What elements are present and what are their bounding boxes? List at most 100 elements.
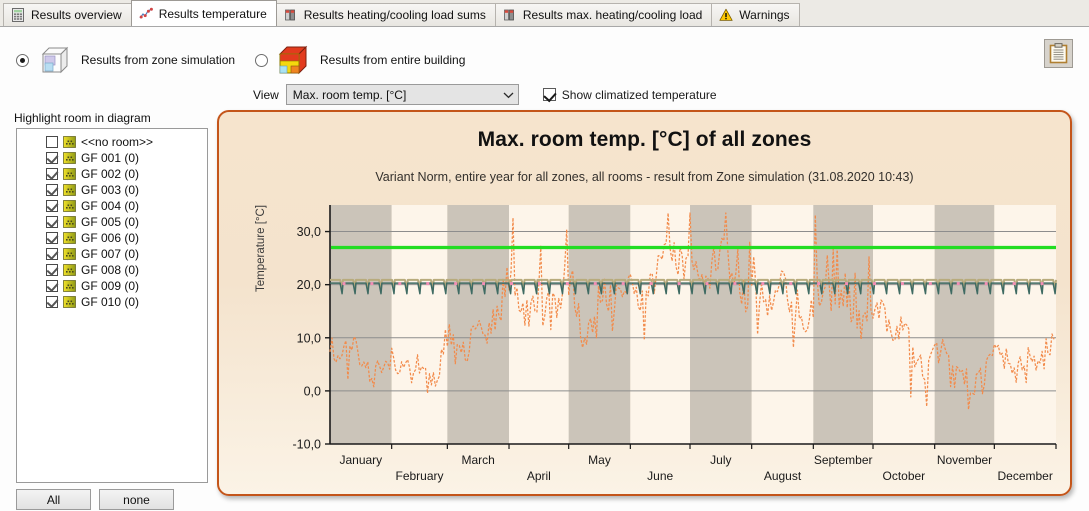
room-list-item[interactable]: GF 006 (0) xyxy=(17,230,207,246)
room-list[interactable]: <<no room>> GF 001 (0) GF 002 (0) GF 003 (0… xyxy=(16,128,208,483)
y-tick-label: 30,0 xyxy=(297,225,321,239)
room-swatch-icon xyxy=(63,248,76,260)
room-checkbox[interactable] xyxy=(46,280,58,292)
tab-results-temperature[interactable]: Results temperature xyxy=(130,0,277,26)
x-tick-label: February xyxy=(395,469,443,483)
y-tick-label: 20,0 xyxy=(297,278,321,292)
show-climatized-temperature-checkbox[interactable] xyxy=(542,88,556,101)
x-tick-label: October xyxy=(882,469,925,483)
x-tick-label: August xyxy=(764,469,802,483)
room-swatch-icon xyxy=(63,184,76,196)
room-checkbox[interactable] xyxy=(46,136,58,148)
room-list-item[interactable]: GF 008 (0) xyxy=(17,262,207,278)
y-tick-label: 0,0 xyxy=(304,384,321,398)
room-label: GF 006 (0) xyxy=(81,231,140,245)
view-controls-row: View Max. room temp. [°C] Show climatize… xyxy=(253,84,717,105)
room-checkbox[interactable] xyxy=(46,216,58,228)
table-grid-icon xyxy=(12,8,24,22)
radio-zone-simulation[interactable] xyxy=(16,53,29,67)
y-tick-label: 10,0 xyxy=(297,331,321,345)
room-swatch-icon xyxy=(63,200,76,212)
room-list-item[interactable]: GF 005 (0) xyxy=(17,214,207,230)
tab-results-overview[interactable]: Results overview xyxy=(3,3,132,26)
radio-option-entire-building[interactable]: Results from entire building xyxy=(255,43,465,77)
room-swatch-icon xyxy=(63,280,76,292)
room-checkbox[interactable] xyxy=(46,264,58,276)
tab-results-heating-cooling-load-sums[interactable]: Results heating/cooling load sums xyxy=(275,3,496,26)
show-climatized-temperature-option[interactable]: Show climatized temperature xyxy=(542,88,717,102)
month-band xyxy=(934,205,995,444)
x-tick-label: September xyxy=(814,453,873,467)
month-band xyxy=(630,205,691,444)
series-marker xyxy=(705,282,709,286)
tab-label: Results temperature xyxy=(158,6,267,21)
series-marker xyxy=(510,282,513,286)
room-checkbox[interactable] xyxy=(46,232,58,244)
room-label: GF 001 (0) xyxy=(81,151,140,165)
x-tick-label: November xyxy=(937,453,992,467)
room-checkbox[interactable] xyxy=(46,200,58,212)
series-marker xyxy=(398,282,402,286)
view-select-value: Max. room temp. [°C] xyxy=(292,87,407,102)
room-label: GF 002 (0) xyxy=(81,167,140,181)
room-checkbox[interactable] xyxy=(46,168,58,180)
highlight-room-title: Highlight room in diagram xyxy=(14,111,151,125)
tab-label: Results overview xyxy=(31,8,122,22)
room-checkbox[interactable] xyxy=(46,152,58,164)
series-marker xyxy=(1012,282,1016,286)
select-none-button[interactable]: none xyxy=(99,489,174,510)
room-list-item[interactable]: GF 003 (0) xyxy=(17,182,207,198)
highlight-room-panel: Highlight room in diagram <<no room>> GF … xyxy=(0,107,214,511)
month-band xyxy=(813,205,874,444)
room-swatch-icon xyxy=(63,152,76,164)
room-checkbox[interactable] xyxy=(46,248,58,260)
month-band xyxy=(509,205,569,444)
series-marker xyxy=(733,282,737,286)
copy-to-clipboard-button[interactable] xyxy=(1044,39,1073,68)
x-tick-label: July xyxy=(710,453,731,467)
tab-warnings[interactable]: Warnings xyxy=(711,3,800,26)
room-label: GF 004 (0) xyxy=(81,199,140,213)
chart-plot[interactable]: 30,0 20,0 10,0 0,0 -10,0 January February March… xyxy=(219,112,1070,494)
room-checkbox[interactable] xyxy=(46,184,58,196)
y-tick-label: -10,0 xyxy=(293,438,322,452)
series-marker xyxy=(454,282,458,286)
room-list-item[interactable]: <<no room>> xyxy=(17,134,207,150)
room-list-item[interactable]: GF 009 (0) xyxy=(17,278,207,294)
room-list-buttons: All none xyxy=(16,489,174,510)
x-tick-label: May xyxy=(588,453,611,467)
month-band xyxy=(994,205,1056,444)
radio-option-zone-simulation[interactable]: Results from zone simulation xyxy=(16,43,235,77)
series-marker xyxy=(621,282,625,286)
radio-label: Results from zone simulation xyxy=(81,53,236,67)
room-label: GF 009 (0) xyxy=(81,279,140,293)
room-label: GF 005 (0) xyxy=(81,215,140,229)
series-marker xyxy=(649,282,653,286)
tab-results-max-heating-cooling-load[interactable]: Results max. heating/cooling load xyxy=(494,3,713,26)
room-label: GF 007 (0) xyxy=(81,247,140,261)
x-tick-label: June xyxy=(647,469,673,483)
room-list-item[interactable]: GF 007 (0) xyxy=(17,246,207,262)
room-checkbox[interactable] xyxy=(46,296,58,308)
series-marker xyxy=(370,282,374,286)
room-list-item[interactable]: GF 010 (0) xyxy=(17,294,207,310)
radio-entire-building[interactable] xyxy=(255,53,268,67)
wireframe-cube-icon xyxy=(41,46,69,74)
room-list-item[interactable]: GF 001 (0) xyxy=(17,150,207,166)
select-all-button[interactable]: All xyxy=(16,489,91,510)
chart-panel: Max. room temp. [°C] of all zones Varian… xyxy=(217,110,1072,496)
room-swatch-icon xyxy=(63,168,76,180)
series-marker xyxy=(789,282,793,286)
series-marker xyxy=(845,282,849,286)
view-select[interactable]: Max. room temp. [°C] xyxy=(285,84,519,105)
room-list-item[interactable]: GF 002 (0) xyxy=(17,166,207,182)
series-marker xyxy=(873,282,876,286)
series-marker xyxy=(900,282,904,286)
scatter-plot-icon xyxy=(139,7,153,18)
tab-label: Warnings xyxy=(739,8,790,22)
series-marker xyxy=(817,282,821,286)
x-tick-label: April xyxy=(527,469,551,483)
series-marker xyxy=(426,282,430,286)
series-marker xyxy=(593,282,597,286)
room-list-item[interactable]: GF 004 (0) xyxy=(17,198,207,214)
